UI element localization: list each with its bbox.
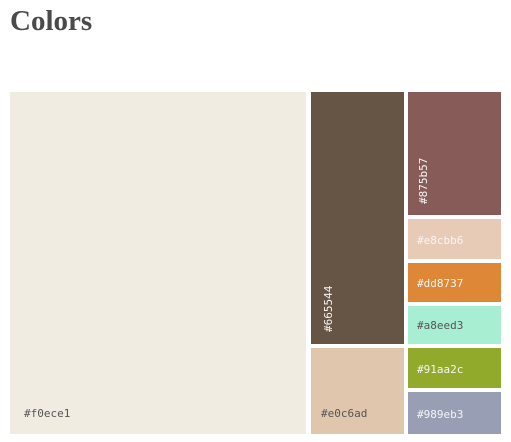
swatch-label: #a8eed3 bbox=[417, 319, 464, 332]
swatch-label: #91aa2c bbox=[417, 363, 464, 376]
swatch-665544[interactable]: #665544 bbox=[311, 92, 404, 344]
swatch-dd8737[interactable]: #dd8737 bbox=[408, 263, 501, 302]
swatch-a8eed3[interactable]: #a8eed3 bbox=[408, 306, 501, 344]
swatch-875b57[interactable]: #875b57 bbox=[408, 92, 501, 215]
swatch-label: #f0ece1 bbox=[24, 407, 71, 420]
swatch-91aa2c[interactable]: #91aa2c bbox=[408, 348, 501, 388]
swatch-label: #e8cbb6 bbox=[417, 234, 464, 247]
page-title: Colors bbox=[10, 5, 93, 37]
swatch-e0c6ad[interactable]: #e0c6ad bbox=[311, 348, 404, 434]
swatch-label: #e0c6ad bbox=[321, 407, 368, 420]
swatch-989eb3[interactable]: #989eb3 bbox=[408, 392, 501, 434]
swatch-f0ece1[interactable]: #f0ece1 bbox=[10, 92, 306, 434]
swatch-label: #665544 bbox=[322, 285, 335, 332]
swatch-label: #875b57 bbox=[417, 157, 430, 204]
color-palette: #f0ece1 #665544 #e0c6ad #875b57 #e8cbb6 … bbox=[10, 92, 501, 434]
swatch-label: #989eb3 bbox=[417, 408, 464, 421]
swatch-label: #dd8737 bbox=[417, 277, 464, 290]
swatch-e8cbb6[interactable]: #e8cbb6 bbox=[408, 219, 501, 259]
